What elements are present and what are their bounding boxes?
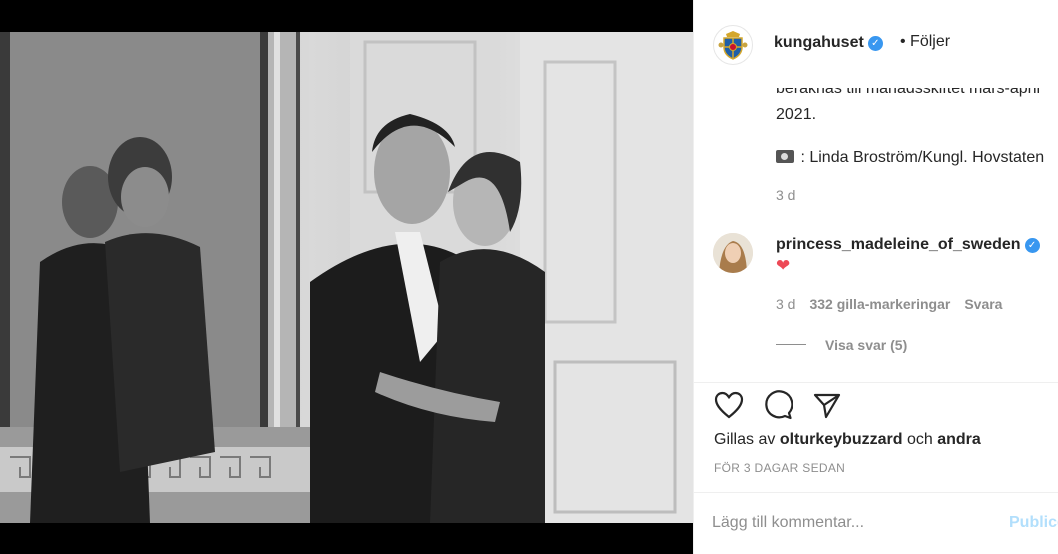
author-username-text[interactable]: kungahuset [774,34,864,51]
reply-button[interactable]: Svara [964,296,1002,312]
commenter-avatar[interactable] [713,233,753,273]
post-photo[interactable] [0,32,693,523]
caption-year: 2021. [776,106,817,123]
post-sidebar: beräknas till månadsskiftet mars-april 2… [693,0,1058,554]
post-timestamp[interactable]: FÖR 3 DAGAR SEDAN [714,461,845,475]
crest-icon [718,31,748,60]
liked-by-others[interactable]: andra [937,431,981,448]
liked-by-prefix: Gillas av [714,431,776,448]
following-button[interactable]: • Följer [900,33,950,51]
commenter-username-text[interactable]: princess_madeleine_of_sweden [776,236,1021,253]
replies-divider [776,344,806,345]
share-icon[interactable] [810,388,844,422]
comments-list[interactable]: beräknas till månadsskiftet mars-april 2… [694,60,1058,382]
liked-by-and: och [906,431,933,448]
camera-icon [776,150,794,163]
comment-input[interactable] [712,511,972,535]
heart-icon[interactable] [712,388,746,422]
post-photo-pane [0,0,693,554]
photo-illustration [0,32,693,523]
comment-text: ❤ [776,256,791,275]
commenter-username[interactable]: princess_madeleine_of_sweden ✓ [776,236,1040,254]
post-actions: Gillas av olturkeybuzzard och andra FÖR … [694,382,1058,492]
add-comment-bar: Publicera [694,492,1058,554]
verified-icon: ✓ [867,36,883,51]
post-header: kungahuset ✓ • Följer [694,0,1058,88]
author-username[interactable]: kungahuset ✓ [774,34,883,52]
publish-button[interactable]: Publicera [1009,514,1058,532]
author-avatar[interactable] [713,25,753,65]
view-replies-button[interactable]: Visa svar (5) [825,337,907,353]
liked-by: Gillas av olturkeybuzzard och andra [714,431,981,449]
comment-icon[interactable] [761,388,795,422]
caption-time[interactable]: 3 d [776,187,795,203]
photo-credit-text: : Linda Broström/Kungl. Hovstaten [800,149,1045,166]
verified-icon: ✓ [1024,238,1040,253]
comment-time[interactable]: 3 d [776,296,795,312]
caption-credit: : Linda Broström/Kungl. Hovstaten [776,149,1044,167]
comment-meta: 3 d 332 gilla-markeringar Svara [776,296,1002,312]
liked-by-user[interactable]: olturkeybuzzard [780,431,903,448]
comment-likes[interactable]: 332 gilla-markeringar [809,296,950,312]
